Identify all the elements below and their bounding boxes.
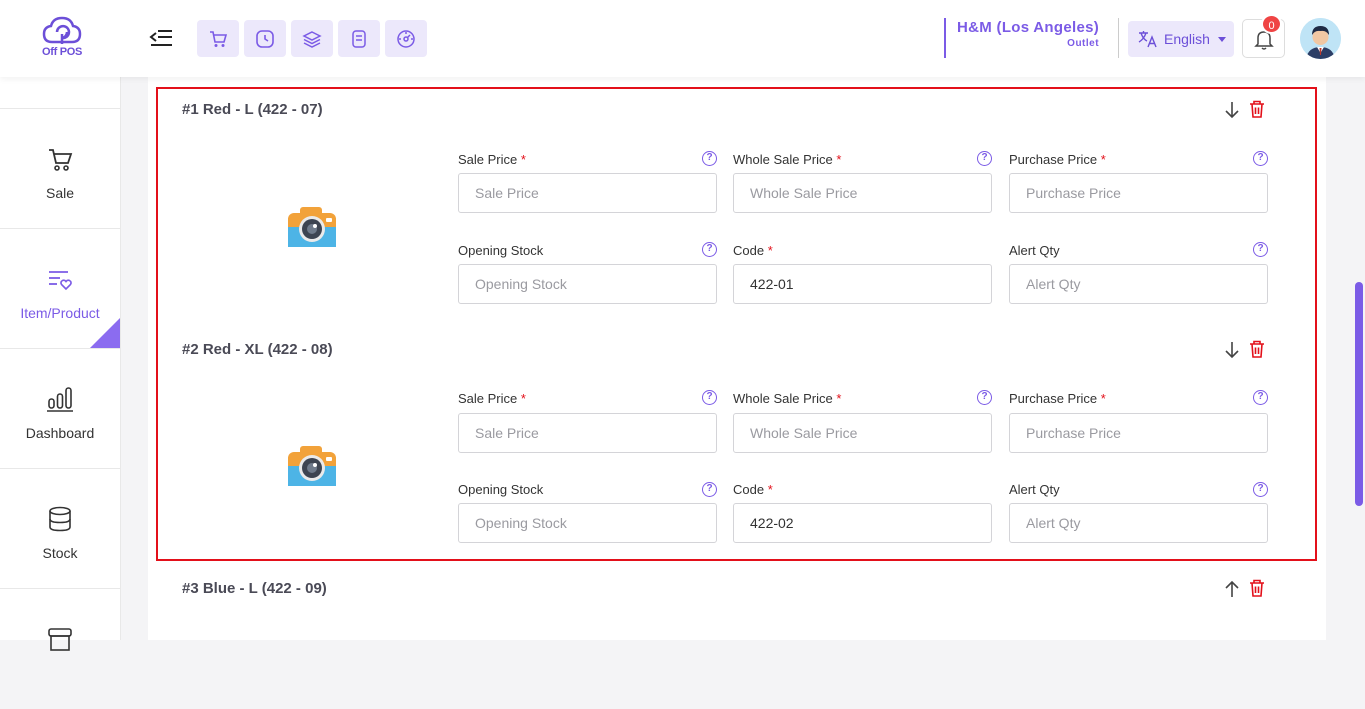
box-icon [48,628,72,651]
quick-clock-button[interactable] [244,20,286,57]
sidebar-item-label: Sale [45,185,75,201]
whole-sale-price-label: Whole Sale Price * [733,152,842,167]
purchase-price-label: Purchase Price * [1009,391,1106,406]
help-icon[interactable]: ? [1253,242,1268,257]
cart-icon [49,149,73,171]
purchase-price-input[interactable] [1009,413,1268,453]
language-label: English [1164,31,1210,47]
help-icon[interactable]: ? [702,242,717,257]
alert-qty-label: Alert Qty [1009,243,1060,258]
opening-stock-input[interactable] [458,503,717,543]
help-icon[interactable]: ? [977,151,992,166]
sidebar-item-dashboard[interactable]: Dashboard [0,349,120,469]
code-label: Code * [733,482,773,497]
layers-icon [302,30,322,48]
outlet-selector[interactable]: H&M (Los Angeles) Outlet [944,18,1099,58]
sale-price-input[interactable] [458,413,717,453]
page-scrollbar[interactable] [1355,282,1363,506]
camera-icon[interactable] [286,205,338,249]
code-input[interactable] [733,264,992,304]
menu-toggle-icon[interactable] [148,27,174,51]
help-icon[interactable]: ? [702,390,717,405]
help-icon[interactable]: ? [702,482,717,497]
code-input[interactable] [733,503,992,543]
outlet-name: H&M (Los Angeles) [957,19,1100,36]
gauge-icon [397,29,415,48]
variant-title: #1 Red - L (422 - 07) [182,101,323,118]
purchase-price-input[interactable] [1009,173,1268,213]
logo[interactable]: Off POS [30,14,94,64]
cart-icon [210,30,228,47]
translate-icon [1138,31,1157,48]
sidebar-item-next-partial[interactable] [0,589,120,709]
alert-qty-input[interactable] [1009,264,1268,304]
help-icon[interactable]: ? [1253,482,1268,497]
bar-chart-icon [47,387,73,412]
outlet-type: Outlet [1067,38,1100,49]
sidebar-item-stock[interactable]: Stock [0,469,120,589]
alert-qty-input[interactable] [1009,503,1268,543]
clock-icon [256,29,274,48]
help-icon[interactable]: ? [702,151,717,166]
arrow-down-icon[interactable] [1223,340,1241,360]
sale-price-label: Sale Price * [458,391,526,406]
receipt-icon [352,29,366,48]
opening-stock-label: Opening Stock [458,243,544,258]
trash-icon[interactable] [1248,578,1266,598]
help-icon[interactable]: ? [1253,151,1268,166]
alert-qty-label: Alert Qty [1009,482,1060,497]
language-dropdown[interactable]: English [1128,21,1234,57]
trash-icon[interactable] [1248,99,1266,119]
quick-gauge-button[interactable] [385,20,427,57]
variant-title: #3 Blue - L (422 - 09) [182,580,327,597]
quick-layers-button[interactable] [291,20,333,57]
code-label: Code * [733,243,773,258]
sidebar: Sale Item/Product Dashboard Stock [0,77,121,651]
variant-title: #2 Red - XL (422 - 08) [182,341,333,358]
active-corner-marker [90,318,120,348]
whole-sale-price-label: Whole Sale Price * [733,391,842,406]
sidebar-item-item-product[interactable]: Item/Product [0,229,120,349]
help-icon[interactable]: ? [977,390,992,405]
quick-receipt-button[interactable] [338,20,380,57]
cloud-logo-icon [42,16,82,44]
list-heart-icon [49,271,72,291]
sale-price-label: Sale Price * [458,152,526,167]
purchase-price-label: Purchase Price * [1009,152,1106,167]
sale-price-input[interactable] [458,173,717,213]
help-icon[interactable]: ? [1253,390,1268,405]
database-icon [49,506,71,532]
opening-stock-label: Opening Stock [458,482,544,497]
notification-badge: 0 [1261,14,1282,34]
sidebar-item-sale[interactable]: Sale [0,109,120,229]
arrow-up-icon[interactable] [1223,579,1241,599]
trash-icon[interactable] [1248,339,1266,359]
opening-stock-input[interactable] [458,264,717,304]
sidebar-item-label: Stock [42,545,78,561]
top-bar: Off POS H&M (Los Angeles) Outlet English… [0,0,1365,77]
header-divider [1118,18,1119,58]
arrow-down-icon[interactable] [1223,100,1241,120]
sidebar-item-label: Dashboard [25,425,95,441]
quick-cart-button[interactable] [197,20,239,57]
user-avatar[interactable] [1300,18,1341,59]
camera-icon[interactable] [286,444,338,488]
logo-text: Off POS [41,46,83,58]
whole-sale-price-input[interactable] [733,173,992,213]
caret-down-icon [1217,36,1226,42]
whole-sale-price-input[interactable] [733,413,992,453]
